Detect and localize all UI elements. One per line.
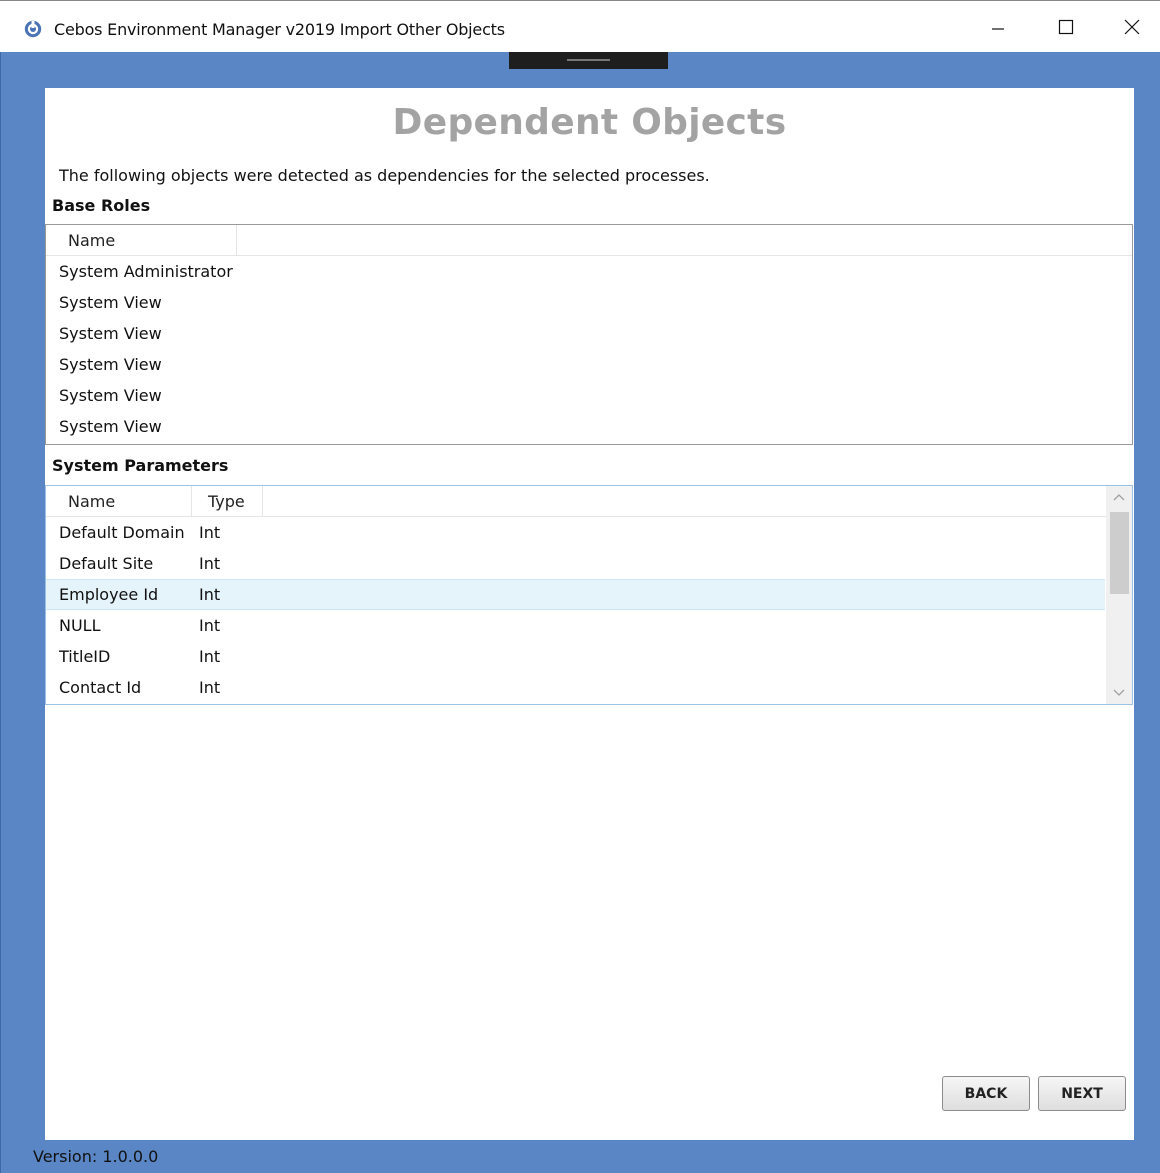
parameter-name: Employee Id	[59, 585, 159, 604]
scrollbar-thumb[interactable]	[1110, 512, 1129, 594]
table-row[interactable]: System View	[46, 349, 1132, 380]
close-button[interactable]	[1100, 1, 1160, 53]
content-panel: Dependent Objects The following objects …	[45, 88, 1134, 1140]
scroll-up-button[interactable]	[1106, 486, 1132, 508]
chevron-up-icon	[1113, 494, 1125, 501]
parameter-name: NULL	[59, 616, 101, 635]
system-parameters-rows: Default Domain Int Default Site Int Empl…	[46, 517, 1105, 703]
parameter-name: Contact Id	[59, 678, 142, 697]
title-bar[interactable]: Cebos Environment Manager v2019 Import O…	[0, 0, 1160, 52]
parameter-type: Int	[199, 616, 221, 635]
table-row[interactable]: System View	[46, 287, 1132, 318]
role-name: System View	[59, 293, 162, 312]
base-roles-rows: System Administrator System View System …	[46, 256, 1132, 442]
next-button[interactable]: NEXT	[1038, 1076, 1126, 1111]
system-parameters-label: System Parameters	[52, 456, 229, 475]
table-row[interactable]: Default Domain Int	[46, 517, 1105, 548]
table-row[interactable]: System View	[46, 380, 1132, 411]
base-roles-list[interactable]: Name System Administrator System View Sy…	[45, 224, 1133, 445]
role-name: System View	[59, 355, 162, 374]
parameter-name: TitleID	[59, 647, 111, 666]
parameter-type: Int	[199, 647, 221, 666]
column-header-name[interactable]: Name	[46, 225, 237, 255]
parameter-name: Default Domain	[59, 523, 185, 542]
window-title: Cebos Environment Manager v2019 Import O…	[54, 20, 505, 39]
role-name: System View	[59, 386, 162, 405]
table-row[interactable]: Contact Id Int	[46, 672, 1105, 703]
app-logo-icon	[24, 20, 42, 38]
system-parameters-list[interactable]: Name Type Default Domain Int Default Sit…	[45, 485, 1133, 705]
base-roles-header: Name	[46, 225, 1132, 256]
parameter-type: Int	[199, 678, 221, 697]
table-row-selected[interactable]: Employee Id Int	[46, 579, 1105, 610]
table-row[interactable]: System View	[46, 411, 1132, 442]
parameter-type: Int	[199, 585, 221, 604]
table-row[interactable]: Default Site Int	[46, 548, 1105, 579]
table-row[interactable]: TitleID Int	[46, 641, 1105, 672]
window-frame-left	[0, 52, 9, 1173]
back-button[interactable]: BACK	[942, 1076, 1030, 1111]
close-icon	[1124, 19, 1140, 35]
base-roles-label: Base Roles	[52, 196, 151, 215]
version-label: Version: 1.0.0.0	[33, 1147, 159, 1166]
role-name: System View	[59, 417, 162, 436]
drag-handle[interactable]	[509, 52, 668, 69]
minimize-icon	[992, 28, 1004, 30]
table-row[interactable]: System Administrator	[46, 256, 1132, 287]
system-parameters-header: Name Type	[46, 486, 1132, 517]
parameter-type: Int	[199, 554, 221, 573]
role-name: System View	[59, 324, 162, 343]
maximize-button[interactable]	[1034, 1, 1098, 53]
scroll-down-button[interactable]	[1106, 682, 1132, 704]
column-header-type[interactable]: Type	[192, 486, 263, 516]
column-header-name[interactable]: Name	[46, 486, 192, 516]
minimize-button[interactable]	[966, 1, 1030, 53]
chevron-down-icon	[1113, 689, 1125, 696]
drag-handle-grip-icon	[567, 59, 610, 61]
page-description: The following objects were detected as d…	[59, 166, 710, 185]
table-row[interactable]: NULL Int	[46, 610, 1105, 641]
role-name: System Administrator	[59, 262, 233, 281]
parameter-name: Default Site	[59, 554, 154, 573]
page-title: Dependent Objects	[392, 102, 787, 143]
parameter-type: Int	[199, 523, 221, 542]
vertical-scrollbar[interactable]	[1106, 486, 1132, 704]
maximize-icon	[1058, 19, 1074, 35]
table-row[interactable]: System View	[46, 318, 1132, 349]
